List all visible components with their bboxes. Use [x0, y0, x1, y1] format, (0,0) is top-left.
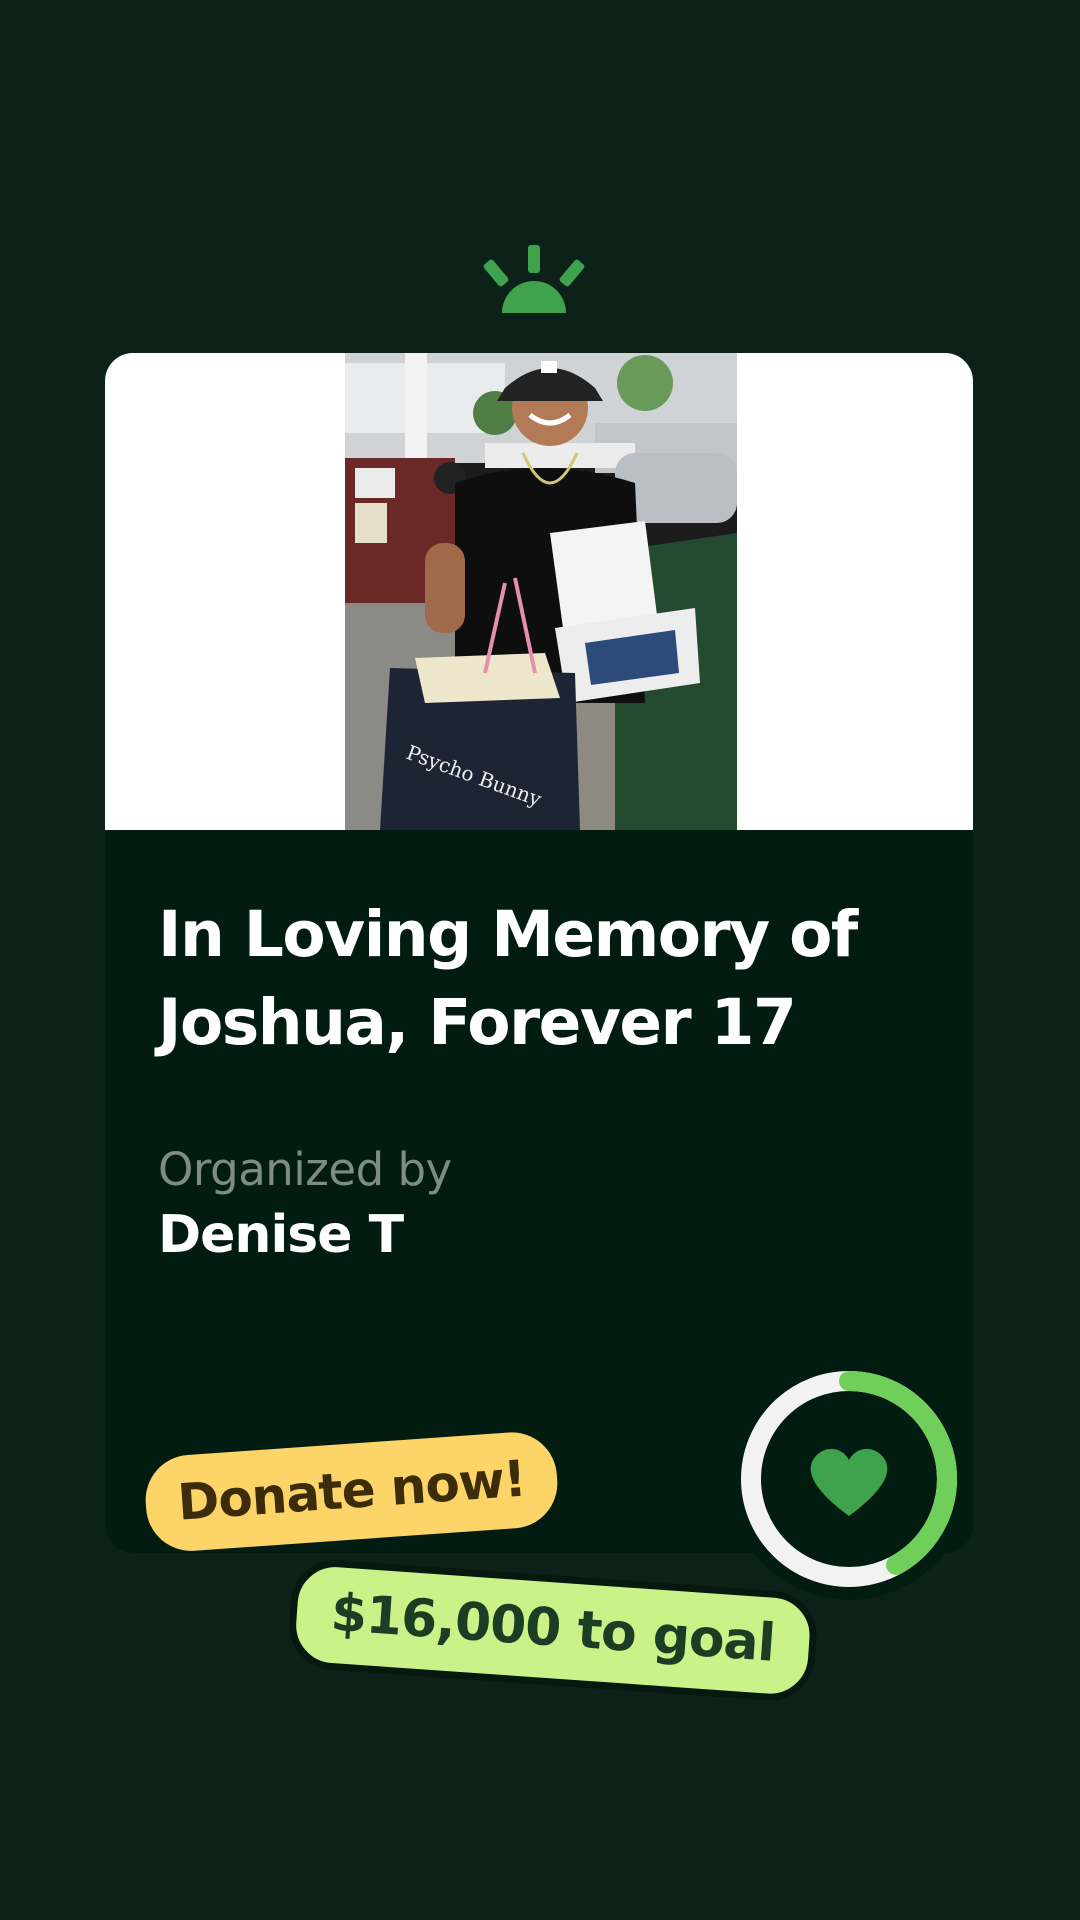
fundraiser-photo: Psycho Bunny	[345, 353, 737, 830]
gofundme-sun-icon	[480, 245, 600, 315]
fundraiser-title: In Loving Memory of Joshua, Forever 17	[158, 898, 858, 1059]
organizer-name: Denise T	[158, 1205, 404, 1265]
photo-frame: Psycho Bunny	[105, 353, 973, 830]
progress-ring	[728, 1358, 970, 1600]
organizer-label: Organized by	[158, 1143, 452, 1196]
